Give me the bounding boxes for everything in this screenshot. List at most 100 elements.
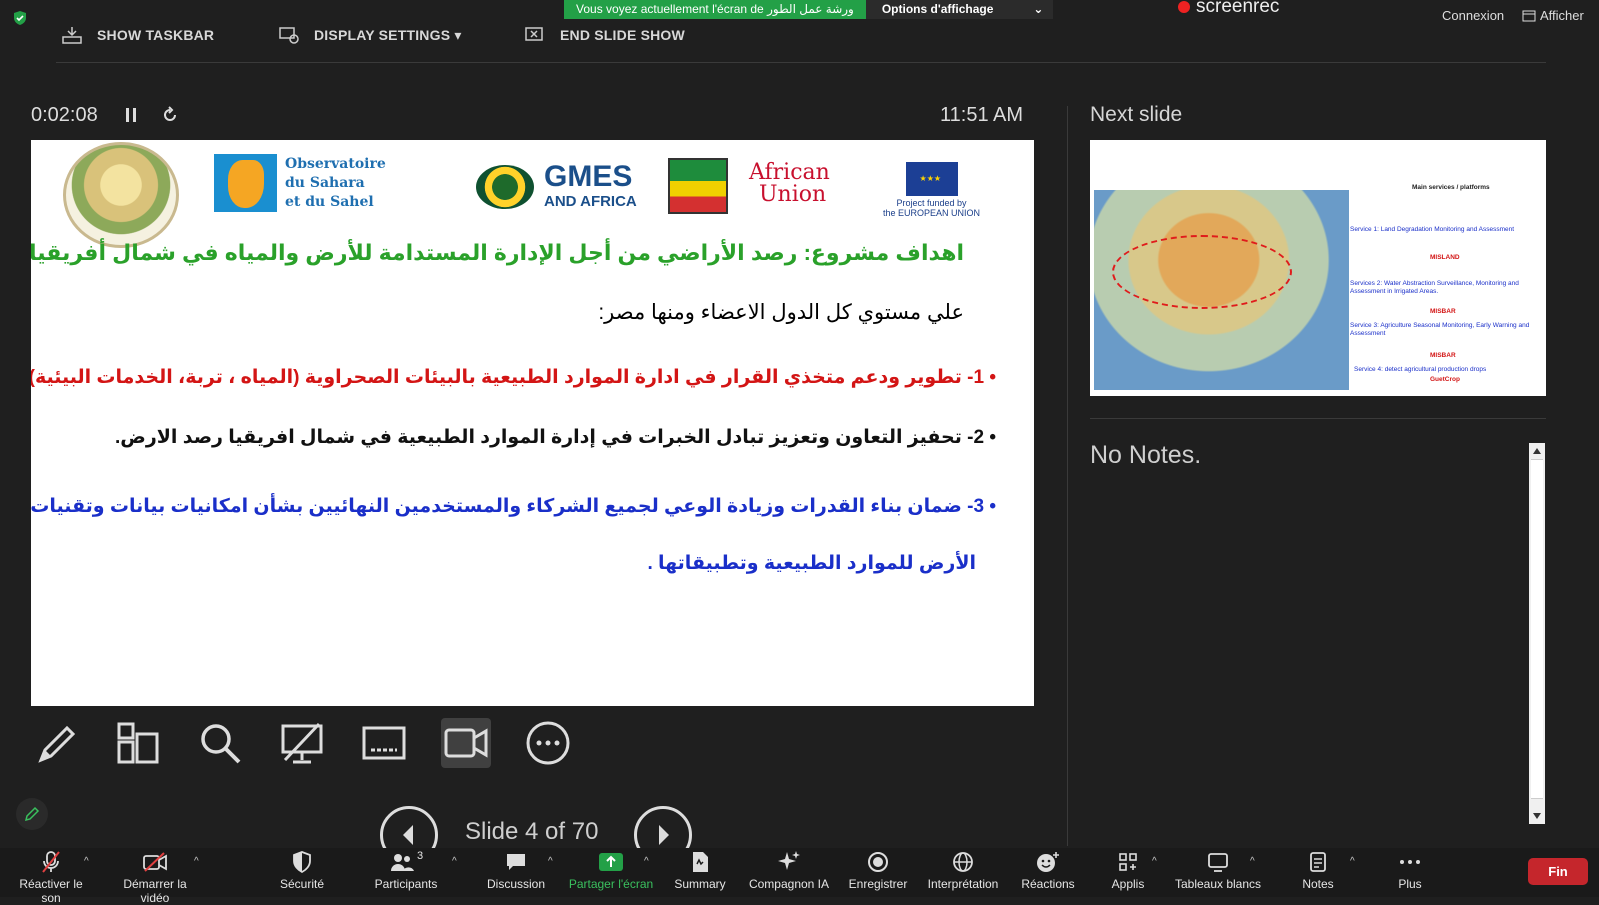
oss-line3: et du Sahel [285,193,374,210]
subtitles-button[interactable] [359,718,409,768]
chat-button[interactable]: Discussion [484,850,548,891]
slide-bullet-1: • 1- تطوير ودعم متخذي القرار في ادارة ال… [31,367,996,388]
summary-button[interactable]: Summary [668,850,732,891]
participants-options-caret[interactable]: ^ [452,856,457,867]
connexion-button[interactable]: Connexion [1442,8,1504,23]
pause-icon[interactable] [124,107,138,123]
record-icon [868,852,888,872]
notes-label: Notes [1302,877,1334,891]
toolbar-divider [56,62,1546,63]
record-label: Enregistrer [848,877,908,891]
au-globe-icon [476,165,534,209]
au-line2: Union [759,182,827,207]
magnifier-icon [201,724,241,764]
zoom-button[interactable] [195,718,245,768]
chat-label: Discussion [486,877,546,891]
next-slide-thumbnail[interactable]: Main services / platforms Service 1: Lan… [1090,140,1546,396]
gmes-logo: GMES AND AFRICA [476,162,637,212]
thumb-service-3: Service 3: Agriculture Seasonal Monitori… [1350,322,1530,337]
notes-options-caret[interactable]: ^ [1350,856,1355,867]
more-options-button[interactable] [523,718,573,768]
ellipsis-icon [526,721,570,765]
apps-options-caret[interactable]: ^ [1152,856,1157,867]
pen-icon [38,725,76,763]
oss-logo: Observatoire du Sahara et du Sahel [214,154,386,212]
reset-timer-icon[interactable] [161,106,179,124]
thumb-service-2-tag: MISBAR [1430,308,1456,315]
apps-label: Applis [1111,877,1145,891]
notes-scrollbar[interactable] [1529,443,1545,824]
africa-map-icon [214,154,277,212]
reactions-button[interactable]: Réactions [1016,850,1080,891]
end-slide-show-button[interactable]: END SLIDE SHOW [524,25,685,45]
thumb-service-1: Service 1: Land Degradation Monitoring a… [1350,226,1515,233]
whiteboards-options-caret[interactable]: ^ [1250,856,1255,867]
all-slides-button[interactable] [113,718,163,768]
presenter-tools [31,718,573,768]
thumb-service-1-tag: MISLAND [1430,254,1460,261]
end-show-icon [525,27,543,41]
camera-button[interactable] [441,718,491,768]
grid-view-icon [1522,10,1536,21]
ai-companion-label: Compagnon IA [748,877,830,891]
record-button[interactable]: Enregistrer [846,850,910,891]
thumb-service-4-tag: GuetCrop [1430,376,1460,383]
participants-button[interactable]: 3 Participants [364,850,448,891]
chat-options-caret[interactable]: ^ [548,856,553,867]
current-slide: Observatoire du Sahara et du Sahel GMES … [31,140,1034,706]
shield-icon [293,851,311,873]
scroll-thumb[interactable] [1531,459,1543,799]
view-options-button[interactable]: Options d'affichage ⌄ [865,0,1054,19]
notes-divider [1090,418,1546,419]
notes-button[interactable]: Notes [1286,850,1350,891]
end-meeting-button[interactable]: Fin [1528,858,1588,885]
eu-logo: Project funded by the EUROPEAN UNION [883,162,980,218]
african-union-logo: African Union [749,162,830,206]
pen-tool-button[interactable] [31,718,81,768]
gmes-subtitle: AND AFRICA [544,193,637,210]
apps-icon [1119,853,1137,871]
more-dots-icon [1400,860,1420,864]
annotate-button[interactable] [16,798,48,830]
oss-line2: du Sahara [285,174,365,191]
interpretation-button[interactable]: Interprétation [922,850,1004,891]
next-slide-label: Next slide [1090,103,1183,126]
ai-companion-button[interactable]: Compagnon IA [746,850,832,891]
participants-icon [390,854,414,871]
panel-divider [1067,106,1068,846]
thumb-service-3-tag: MISBAR [1430,352,1456,359]
pencil-icon [24,806,40,822]
screenrec-indicator: screenrec [1178,0,1279,18]
globe-icon [953,852,973,872]
video-camera-icon [444,728,488,758]
view-options-label: Options d'affichage [881,2,994,16]
slide-heading: اهداف مشروع: رصد الأراضي من أجل الإدارة … [31,240,964,265]
participants-label: Participants [374,877,438,891]
display-settings-button[interactable]: DISPLAY SETTINGS ▾ [278,25,462,45]
show-taskbar-button[interactable]: SHOW TASKBAR [61,25,214,45]
taskbar-icon [62,27,82,44]
scroll-up-icon[interactable] [1533,448,1541,454]
share-message: Vous voyez actuellement l'écran de ورشة … [564,0,866,19]
emoji-icon [1037,852,1059,872]
screen-share-banner: Vous voyez actuellement l'écran de ورشة … [564,0,1054,19]
chat-bubble-icon [507,854,525,870]
oss-line1: Observatoire [285,155,386,172]
apps-button[interactable]: Applis [1098,850,1158,891]
scroll-down-icon[interactable] [1533,813,1541,819]
audio-options-caret[interactable]: ^ [84,856,89,867]
black-screen-button[interactable] [277,718,327,768]
whiteboards-label: Tableaux blancs [1174,877,1262,891]
more-button[interactable]: Plus [1378,850,1442,891]
summary-document-icon [693,852,708,872]
video-options-caret[interactable]: ^ [194,856,199,867]
share-screen-button[interactable]: Partager l'écran [566,850,656,891]
view-label: Afficher [1540,8,1584,23]
share-options-caret[interactable]: ^ [644,856,649,867]
share-screen-icon [599,853,623,871]
view-button[interactable]: Afficher [1522,8,1584,23]
security-button[interactable]: Sécurité [270,850,334,891]
slide-subheading: علي مستوي كل الدول الاعضاء ومنها مصر: [598,301,964,324]
start-video-label: Démarrer la vidéo [123,877,187,905]
eu-flag-icon [905,162,958,196]
